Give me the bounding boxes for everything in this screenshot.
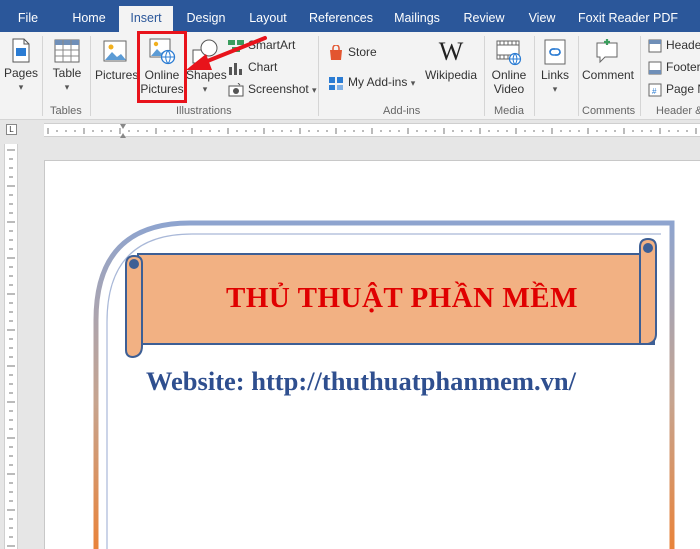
banner-title: THỦ THUẬT PHẦN MỀM	[226, 282, 578, 314]
website-text: Website: http://thuthuatphanmem.vn/	[146, 366, 576, 396]
scroll-banner	[125, 237, 657, 359]
